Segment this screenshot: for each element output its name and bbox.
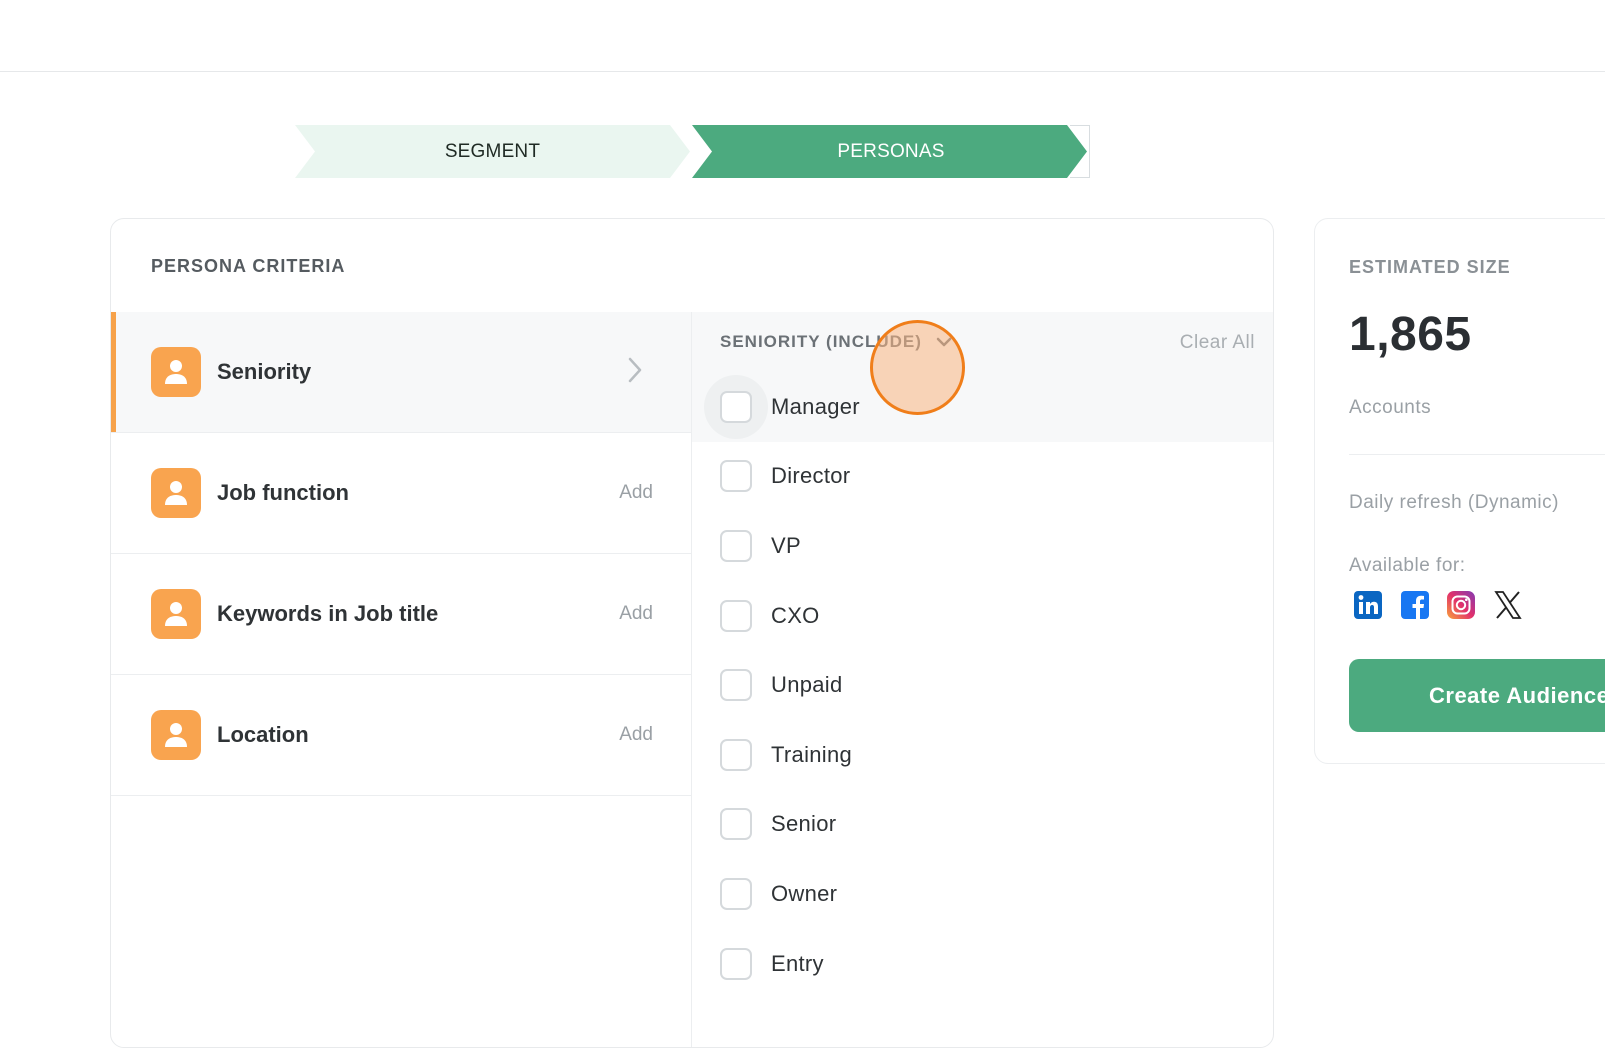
option-label: Training xyxy=(771,741,853,767)
step-segment-label: SEGMENT xyxy=(444,140,541,162)
add-location-button[interactable]: Add xyxy=(619,724,653,746)
option-senior[interactable]: Senior xyxy=(692,790,1273,860)
option-label: Director xyxy=(771,463,851,489)
include-mode-dropdown[interactable]: SENIORITY (INCLUDE) xyxy=(720,332,952,352)
checkbox[interactable] xyxy=(720,808,752,841)
option-training[interactable]: Training xyxy=(692,720,1273,790)
option-label: Senior xyxy=(771,811,837,837)
divider xyxy=(1349,454,1605,455)
add-job-function-button[interactable]: Add xyxy=(619,482,653,504)
wizard-stepper: SEGMENT PERSONAS xyxy=(295,125,1090,178)
checkbox[interactable] xyxy=(720,738,752,771)
criteria-item-location[interactable]: Location Add xyxy=(111,675,691,796)
available-for-label: Available for: xyxy=(1349,555,1466,576)
chevron-right-icon xyxy=(627,356,643,389)
criteria-item-seniority[interactable]: Seniority xyxy=(111,312,691,433)
criteria-item-job-function[interactable]: Job function Add xyxy=(111,433,691,554)
create-audience-label: Create Audience xyxy=(1429,682,1605,708)
step-personas-label: PERSONAS xyxy=(837,140,945,162)
option-cxo[interactable]: CXO xyxy=(692,581,1273,651)
option-label: Unpaid xyxy=(771,672,843,698)
refresh-mode: Daily refresh (Dynamic) xyxy=(1349,492,1559,513)
checkbox[interactable] xyxy=(720,669,752,702)
criteria-label: Location xyxy=(217,722,309,747)
seniority-header: SENIORITY (INCLUDE) Clear All xyxy=(692,312,1273,372)
step-personas-edge xyxy=(1070,125,1090,178)
step-personas[interactable]: PERSONAS xyxy=(692,125,1087,178)
criteria-label: Seniority xyxy=(217,359,312,384)
estimated-unit: Accounts xyxy=(1349,397,1432,418)
criteria-label: Job function xyxy=(217,480,349,505)
option-unpaid[interactable]: Unpaid xyxy=(692,650,1273,720)
criteria-label: Keywords in Job title xyxy=(217,601,439,626)
estimated-count: 1,865 xyxy=(1349,308,1472,361)
person-icon xyxy=(151,347,201,397)
step-segment[interactable]: SEGMENT xyxy=(295,125,690,178)
card-title: PERSONA CRITERIA xyxy=(151,256,346,276)
option-label: Manager xyxy=(771,393,860,419)
person-icon xyxy=(151,589,201,639)
option-owner[interactable]: Owner xyxy=(692,859,1273,929)
option-label: CXO xyxy=(771,602,820,628)
option-manager[interactable]: Manager xyxy=(692,372,1273,442)
checkbox[interactable] xyxy=(720,460,752,493)
chevron-down-icon xyxy=(936,332,952,352)
create-audience-button[interactable]: Create Audience xyxy=(1349,659,1605,732)
linkedin-icon xyxy=(1353,590,1383,620)
clear-all-button[interactable]: Clear All xyxy=(1180,332,1255,354)
seniority-options-panel: SENIORITY (INCLUDE) Clear All Manager Di… xyxy=(691,312,1273,1047)
option-label: Entry xyxy=(771,950,824,976)
x-icon xyxy=(1493,590,1523,620)
seniority-header-label: SENIORITY (INCLUDE) xyxy=(720,332,922,351)
persona-criteria-card: PERSONA CRITERIA Seniority Job function … xyxy=(110,218,1274,1048)
option-director[interactable]: Director xyxy=(692,442,1273,512)
person-icon xyxy=(151,710,201,760)
top-bar xyxy=(0,0,1605,72)
estimated-size-card: ESTIMATED SIZE 1,865 Accounts Daily refr… xyxy=(1314,218,1605,764)
checkbox[interactable] xyxy=(720,947,752,980)
person-icon xyxy=(151,468,201,518)
checkbox[interactable] xyxy=(720,390,752,423)
estimated-size-title: ESTIMATED SIZE xyxy=(1349,257,1511,277)
option-vp[interactable]: VP xyxy=(692,511,1273,581)
option-label: Owner xyxy=(771,880,838,906)
facebook-icon xyxy=(1400,590,1430,620)
criteria-list: Seniority Job function Add Keywords in J… xyxy=(111,312,691,796)
option-label: VP xyxy=(771,532,801,558)
option-entry[interactable]: Entry xyxy=(692,929,1273,999)
criteria-item-keywords[interactable]: Keywords in Job title Add xyxy=(111,554,691,675)
instagram-icon xyxy=(1446,590,1476,620)
add-keywords-button[interactable]: Add xyxy=(619,603,653,625)
checkbox[interactable] xyxy=(720,599,752,632)
checkbox[interactable] xyxy=(720,877,752,910)
checkbox[interactable] xyxy=(720,529,752,562)
